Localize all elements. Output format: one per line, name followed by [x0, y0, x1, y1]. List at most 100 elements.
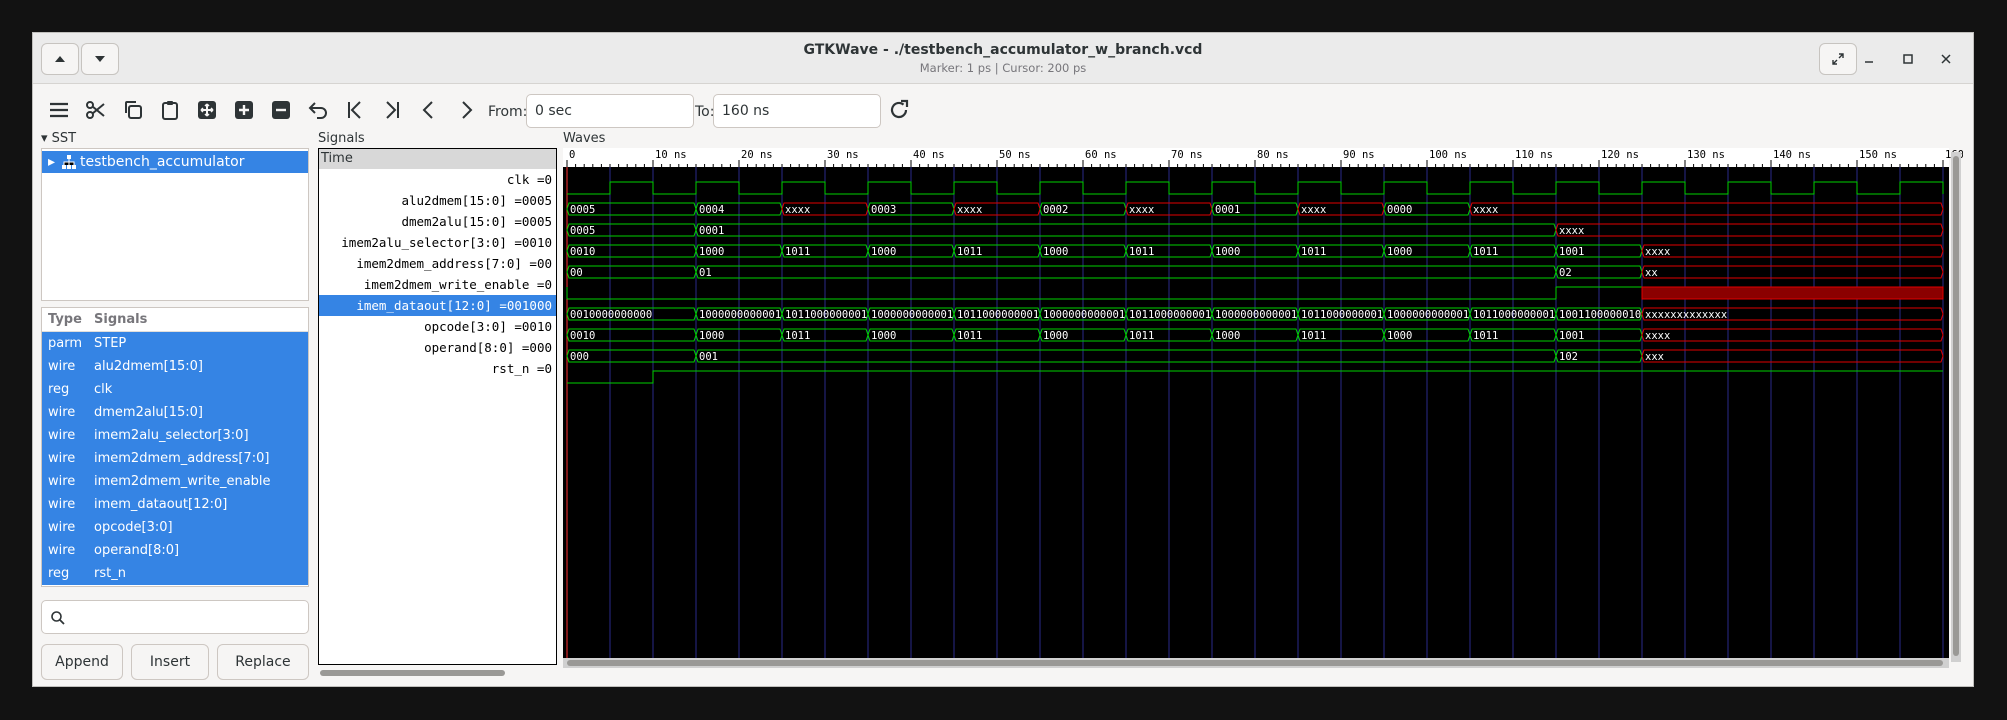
signal-list-row[interactable]: reg clk — [42, 378, 308, 401]
time-tick-label: 130 ns — [1687, 149, 1725, 161]
menu-button[interactable] — [45, 96, 73, 124]
opcode-value: 1000 — [699, 330, 724, 342]
signal-list-row[interactable]: wire dmem2alu[15:0] — [42, 401, 308, 424]
go-to-end-button[interactable] — [378, 96, 406, 124]
append-button[interactable]: Append — [41, 644, 123, 680]
time-tick-label: 140 ns — [1773, 149, 1811, 161]
sst-header[interactable]: ▾ SST — [41, 131, 76, 146]
zoom-fit-button[interactable] — [193, 96, 221, 124]
copy-icon — [125, 101, 142, 119]
time-tick-label: 120 ns — [1601, 149, 1639, 161]
go-to-start-button[interactable] — [341, 96, 369, 124]
time-tick-label: 110 ns — [1515, 149, 1553, 161]
imem_dataout-value: 1000000000001 — [699, 309, 781, 321]
from-time-input[interactable] — [526, 94, 694, 128]
time-tick-label: 70 ns — [1171, 149, 1203, 161]
hamburger-menu-icon — [50, 102, 68, 118]
signal-list-row[interactable]: wire imem2alu_selector[3:0] — [42, 424, 308, 447]
tree-item-testbench[interactable]: ▸ testbench_accumulator — [42, 151, 308, 173]
minimize-icon — [1865, 61, 1873, 63]
minimize-button[interactable] — [1857, 47, 1881, 71]
imem2dmem_address-value: 00 — [570, 267, 583, 279]
fullscreen-button[interactable] — [1819, 43, 1857, 75]
signal-list-row[interactable]: wire imem_dataout[12:0] — [42, 493, 308, 516]
close-button[interactable] — [1934, 47, 1958, 71]
signals-column-header[interactable]: Signals — [94, 308, 147, 331]
signal-list-row[interactable]: reg rst_n — [42, 562, 308, 585]
replace-button[interactable]: Replace — [217, 644, 309, 680]
signal-search-input[interactable] — [41, 600, 309, 634]
alu2dmem-value: 0004 — [699, 204, 724, 216]
scroll-left-button[interactable] — [415, 96, 443, 124]
scroll-right-button[interactable] — [452, 96, 480, 124]
signal-row-dmem2alu[interactable]: dmem2alu[15:0] =0005 — [401, 211, 552, 232]
imem2alu_selector-value: 1000 — [871, 246, 896, 258]
imem_dataout-value: 1000000000001 — [1387, 309, 1469, 321]
imem_dataout-value: 0010000000000 — [570, 309, 652, 321]
signal-name: operand[8:0] — [94, 543, 180, 558]
signal-list-row[interactable]: wire alu2dmem[15:0] — [42, 355, 308, 378]
alu2dmem-value: xxxx — [1301, 204, 1326, 216]
time-tick-label: 100 ns — [1429, 149, 1467, 161]
zoom-in-button[interactable] — [230, 96, 258, 124]
expand-icon — [1832, 53, 1844, 65]
hierarchy-icon — [62, 155, 76, 169]
imem_dataout-value: 1000000000001 — [1043, 309, 1125, 321]
signal-type: reg — [48, 566, 70, 581]
signal-row-alu2dmem[interactable]: alu2dmem[15:0] =0005 — [401, 190, 552, 211]
signal-list-row[interactable]: wire opcode[3:0] — [42, 516, 308, 539]
signal-list-row[interactable]: parm STEP — [42, 332, 308, 355]
cut-button[interactable] — [82, 96, 110, 124]
signal-row-clk[interactable]: clk =0 — [507, 169, 552, 190]
zoom-out-button[interactable] — [267, 96, 295, 124]
imem2alu_selector-value: 1011 — [1301, 246, 1326, 258]
signal-row-imem2alu-selector[interactable]: imem2alu_selector[3:0] =0010 — [341, 232, 552, 253]
imem2alu_selector-value: 1000 — [1043, 246, 1068, 258]
toolbar: From: To: — [33, 84, 1973, 136]
signal-row-operand[interactable]: operand[8:0] =000 — [424, 337, 552, 358]
expander-open-icon: ▾ — [41, 131, 48, 146]
signal-name: imem2alu_selector[3:0] — [94, 428, 249, 443]
undo-zoom-button[interactable] — [304, 96, 332, 124]
signal-type: parm — [48, 336, 82, 351]
time-tick-label: 90 ns — [1343, 149, 1375, 161]
signal-list-row[interactable]: wire imem2dmem_write_enable — [42, 470, 308, 493]
type-column-header[interactable]: Type — [48, 308, 82, 331]
signal-name: clk — [94, 382, 113, 397]
imem2alu_selector-value: 1000 — [699, 246, 724, 258]
signal-row-imem-dataout[interactable]: imem_dataout[12:0] =001000 — [319, 295, 556, 316]
time-tick-label: 40 ns — [913, 149, 945, 161]
signal-row-imem2dmem-write-enable[interactable]: imem2dmem_write_enable =0 — [364, 274, 552, 295]
gtkwave-window: GTKWave - ./testbench_accumulator_w_bran… — [32, 32, 1974, 687]
alu2dmem-value: xxxx — [957, 204, 982, 216]
signal-name: imem_dataout[12:0] — [94, 497, 228, 512]
insert-button[interactable]: Insert — [131, 644, 209, 680]
paste-button[interactable] — [156, 96, 184, 124]
to-time-input[interactable] — [713, 94, 881, 128]
signal-row-opcode[interactable]: opcode[3:0] =0010 — [424, 316, 552, 337]
signal-list-row[interactable]: wire operand[8:0] — [42, 539, 308, 562]
signal-type: wire — [48, 474, 76, 489]
imem2alu_selector-value: 1000 — [1387, 246, 1412, 258]
signal-name: imem2dmem_write_enable — [94, 474, 271, 489]
signal-type-list: Type Signals parm STEP wire alu2dmem[15:0]… — [41, 307, 309, 587]
imem_dataout-value: 1000000000001 — [871, 309, 953, 321]
copy-button[interactable] — [119, 96, 147, 124]
signal-row-rst-n[interactable]: rst_n =0 — [492, 358, 552, 379]
opcode-value: 1011 — [1301, 330, 1326, 342]
dmem2alu-value: 0001 — [699, 225, 724, 237]
time-tick-label: 0 — [569, 149, 575, 161]
signal-row-imem2dmem-address[interactable]: imem2dmem_address[7:0] =00 — [356, 253, 552, 274]
sst-tree: ▸ testbench_accumulator — [41, 148, 309, 301]
time-tick-label: 150 ns — [1859, 149, 1897, 161]
close-icon — [1941, 54, 1951, 64]
signal-type: wire — [48, 405, 76, 420]
opcode-value: 1000 — [1043, 330, 1068, 342]
maximize-button[interactable] — [1896, 47, 1920, 71]
signal-list-row[interactable]: wire imem2dmem_address[7:0] — [42, 447, 308, 470]
imem_dataout-value: xxxxxxxxxxxxx — [1645, 309, 1727, 321]
time-tick-label: 20 ns — [741, 149, 773, 161]
signals-horizontal-scrollbar[interactable] — [318, 668, 557, 678]
waveform-viewer[interactable]: 0 10 ns 20 ns 30 ns 40 ns 50 ns 60 ns 70 ns 80 n… — [563, 148, 1963, 668]
reload-button[interactable] — [885, 96, 913, 124]
